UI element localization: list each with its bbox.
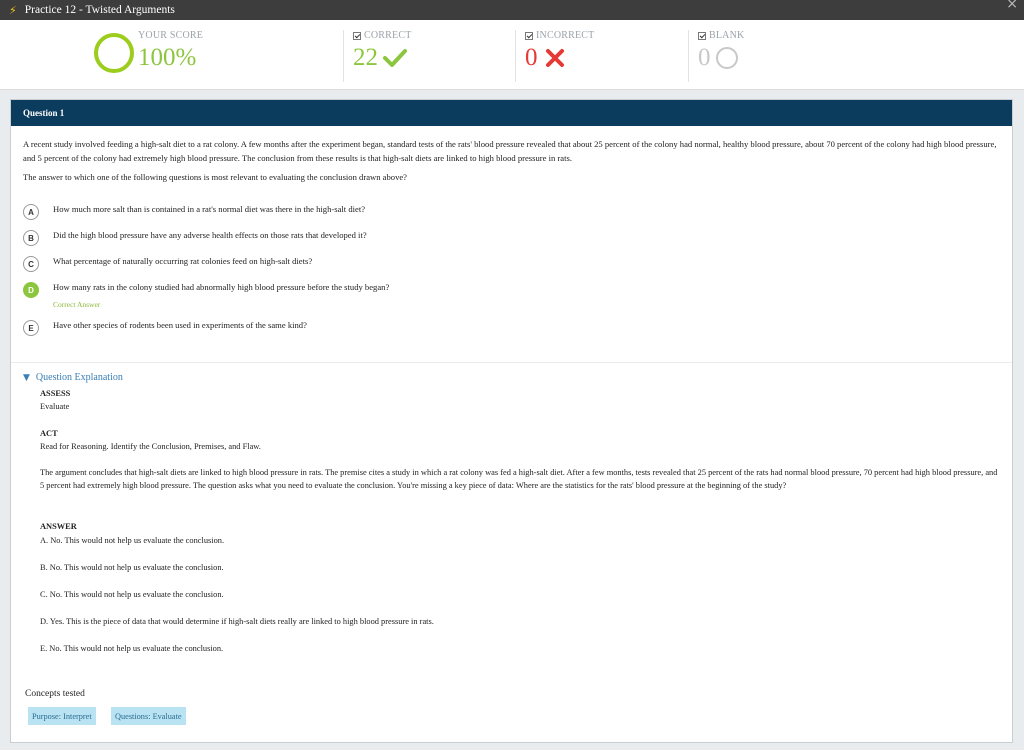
assess-text: Evaluate — [40, 402, 70, 411]
correct-filter-checkbox[interactable] — [353, 31, 361, 40]
explanation-toggle[interactable]: ▼ Question Explanation — [23, 372, 123, 383]
choice-e-text[interactable]: Have other species of rodents been used … — [53, 320, 307, 330]
correct-answer-label: Correct Answer — [53, 300, 101, 309]
choice-d-letter[interactable]: D — [23, 282, 39, 298]
divider — [343, 30, 344, 82]
question-stem: A recent study involved feeding a high-s… — [23, 139, 997, 163]
divider — [515, 30, 516, 82]
concept-tag-purpose[interactable]: Purpose: Interpret — [28, 707, 96, 725]
answer-d-text: D. Yes. This is the piece of data that w… — [40, 617, 434, 626]
checkmark-icon — [383, 49, 407, 67]
choice-c-letter[interactable]: C — [23, 256, 39, 272]
choice-a-text[interactable]: How much more salt than is contained in … — [53, 204, 365, 214]
incorrect-filter-checkbox[interactable] — [525, 31, 533, 40]
divider — [688, 30, 689, 82]
answer-b-text: B. No. This would not help us evaluate t… — [40, 563, 224, 572]
act-text: Read for Reasoning. Identify the Conclus… — [40, 442, 261, 451]
act-heading: ACT — [40, 429, 58, 438]
assess-heading: ASSESS — [40, 389, 71, 398]
window-title: Practice 12 - Twisted Arguments — [24, 4, 175, 16]
your-score-label: YOUR SCORE — [138, 30, 204, 41]
choice-b-letter[interactable]: B — [23, 230, 39, 246]
incorrect-count: 0 — [525, 44, 538, 71]
concepts-tested-label: Concepts tested — [25, 689, 85, 699]
score-summary: YOUR SCORE 100% CORRECT 22 INCORRECT 0 B… — [0, 20, 1024, 90]
empty-circle-icon — [715, 47, 738, 69]
chevron-down-icon: ▼ — [23, 372, 30, 383]
choice-e-letter[interactable]: E — [23, 320, 39, 336]
blank-count: 0 — [698, 44, 711, 71]
question-prompt: The answer to which one of the following… — [23, 172, 407, 182]
window-title-bar: ⚡ Practice 12 - Twisted Arguments × — [0, 0, 1024, 20]
choice-b-text[interactable]: Did the high blood pressure have any adv… — [53, 230, 367, 240]
correct-label: CORRECT — [364, 30, 412, 41]
choice-d-text[interactable]: How many rats in the colony studied had … — [53, 282, 389, 292]
blank-filter-checkbox[interactable] — [698, 31, 706, 40]
blank-label: BLANK — [709, 30, 745, 41]
answer-e-text: E. No. This would not help us evaluate t… — [40, 644, 224, 653]
concept-tag-questions[interactable]: Questions: Evaluate — [111, 707, 186, 725]
answer-c-text: C. No. This would not help us evaluate t… — [40, 590, 224, 599]
answer-heading: ANSWER — [40, 522, 77, 531]
your-score-value: 100% — [138, 44, 197, 71]
choice-a-letter[interactable]: A — [23, 204, 39, 220]
x-mark-icon — [545, 49, 564, 67]
answer-a-text: A. No. This would not help us evaluate t… — [40, 536, 225, 545]
question-header: Question 1 — [11, 100, 1012, 126]
section-divider — [11, 362, 1012, 363]
correct-count: 22 — [353, 44, 378, 71]
explanation-toggle-label: Question Explanation — [35, 372, 123, 383]
incorrect-label: INCORRECT — [536, 30, 595, 41]
analysis-text: The argument concludes that high-salt di… — [40, 468, 998, 490]
lightning-icon: ⚡ — [9, 3, 17, 17]
close-icon[interactable]: × — [1006, 0, 1018, 12]
question-card: Question 1 A recent study involved feedi… — [10, 99, 1013, 743]
score-ring-icon — [94, 33, 134, 73]
choice-c-text[interactable]: What percentage of naturally occurring r… — [53, 256, 312, 266]
